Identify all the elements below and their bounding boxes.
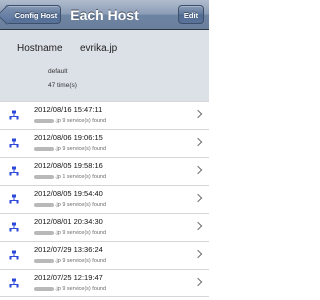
navigation-bar: Each Host Config Host Edit bbox=[0, 0, 209, 30]
network-icon bbox=[9, 138, 19, 148]
scan-summary: .jp 9 service(s) found bbox=[34, 118, 106, 124]
profile-name: default bbox=[48, 68, 68, 75]
host-summary-panel: Hostname evrika.jp default 47 time(s) bbox=[0, 30, 209, 101]
network-icon bbox=[9, 166, 19, 176]
redacted-hostname bbox=[34, 230, 54, 235]
network-icon bbox=[9, 222, 19, 232]
back-button-label: Config Host bbox=[14, 11, 58, 20]
scan-timestamp: 2012/08/05 19:54:40 bbox=[34, 189, 103, 198]
redacted-hostname bbox=[34, 146, 54, 151]
chevron-right-icon bbox=[193, 221, 203, 231]
scan-summary: .jp 9 service(s) found bbox=[34, 146, 106, 152]
redacted-hostname bbox=[34, 174, 54, 179]
chevron-right-icon bbox=[193, 193, 203, 203]
hostname-label: Hostname bbox=[17, 43, 63, 54]
chevron-right-icon bbox=[193, 249, 203, 259]
redacted-hostname bbox=[34, 258, 54, 263]
network-icon bbox=[9, 110, 19, 120]
network-icon bbox=[9, 250, 19, 260]
table-row[interactable]: 2012/08/16 15:47:11 .jp 9 service(s) foun… bbox=[0, 101, 209, 129]
scan-count: 47 time(s) bbox=[48, 82, 77, 89]
network-icon bbox=[9, 194, 19, 204]
scan-summary: .jp 9 service(s) found bbox=[34, 230, 106, 236]
scan-summary: .jp 9 service(s) found bbox=[34, 258, 106, 264]
scan-summary: .jp 9 service(s) found bbox=[34, 202, 106, 208]
chevron-right-icon bbox=[193, 109, 203, 119]
scan-summary-text: .jp 9 service(s) found bbox=[55, 258, 107, 264]
scan-summary-text: .jp 9 service(s) found bbox=[55, 146, 107, 152]
redacted-hostname bbox=[34, 286, 54, 291]
table-row[interactable]: 2012/08/05 19:58:16 .jp 1 service(s) foun… bbox=[0, 157, 209, 185]
scan-timestamp: 2012/08/05 19:58:16 bbox=[34, 161, 103, 170]
network-icon bbox=[9, 278, 19, 288]
chevron-right-icon bbox=[193, 137, 203, 147]
config-host-back-button[interactable]: Config Host bbox=[0, 5, 61, 25]
table-row[interactable]: 2012/07/29 13:36:24 .jp 9 service(s) foun… bbox=[0, 241, 209, 269]
scan-timestamp: 2012/07/25 12:19:47 bbox=[34, 273, 103, 282]
table-row[interactable]: 2012/08/06 19:06:15 .jp 9 service(s) foun… bbox=[0, 129, 209, 157]
scan-summary: .jp 1 service(s) found bbox=[34, 174, 106, 180]
table-row[interactable]: 2012/07/25 12:19:47 .jp 9 service(s) foun… bbox=[0, 269, 209, 297]
table-row[interactable]: 2012/08/01 20:34:30 .jp 9 service(s) foun… bbox=[0, 213, 209, 241]
scan-summary-text: .jp 9 service(s) found bbox=[55, 230, 107, 236]
redacted-hostname bbox=[34, 202, 54, 207]
scan-summary: .jp 9 service(s) found bbox=[34, 286, 106, 292]
chevron-right-icon bbox=[193, 165, 203, 175]
edit-button[interactable]: Edit bbox=[178, 5, 204, 24]
scan-timestamp: 2012/08/16 15:47:11 bbox=[34, 105, 103, 114]
scan-summary-text: .jp 9 service(s) found bbox=[55, 286, 107, 292]
chevron-right-icon bbox=[193, 277, 203, 287]
scan-timestamp: 2012/07/29 13:36:24 bbox=[34, 245, 103, 254]
redacted-hostname bbox=[34, 118, 54, 123]
scan-summary-text: .jp 9 service(s) found bbox=[55, 118, 107, 124]
scan-summary-text: .jp 1 service(s) found bbox=[55, 174, 107, 180]
scan-summary-text: .jp 9 service(s) found bbox=[55, 202, 107, 208]
hostname-value: evrika.jp bbox=[80, 43, 118, 54]
scan-history-list: 2012/08/16 15:47:11 .jp 9 service(s) foun… bbox=[0, 101, 209, 297]
scan-timestamp: 2012/08/06 19:06:15 bbox=[34, 133, 103, 142]
scan-timestamp: 2012/08/01 20:34:30 bbox=[34, 217, 103, 226]
table-row[interactable]: 2012/08/05 19:54:40 .jp 9 service(s) foun… bbox=[0, 185, 209, 213]
